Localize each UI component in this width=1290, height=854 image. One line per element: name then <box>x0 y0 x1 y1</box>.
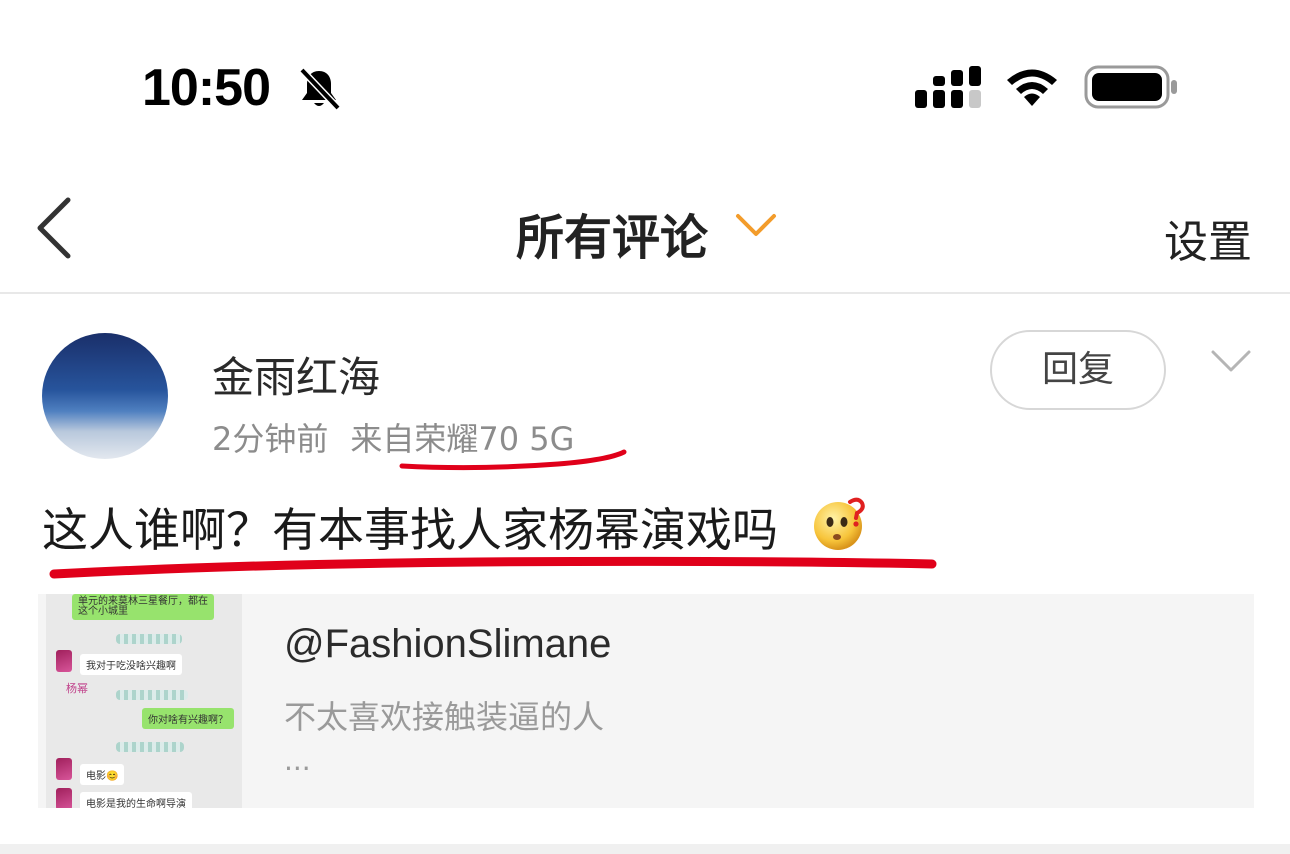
chat-name-tag: 杨幂 <box>66 683 88 695</box>
chat-bubble: 单元的来莫林三星餐厅，都在这个小城里 <box>72 594 214 620</box>
divider <box>0 844 1290 854</box>
quoted-post-card[interactable]: 单元的来莫林三星餐厅，都在这个小城里 我对于吃没啥兴趣啊 杨幂 你对啥有兴趣啊？… <box>38 594 1254 808</box>
chat-bubble: 我对于吃没啥兴趣啊 <box>80 654 182 675</box>
chat-avatar <box>56 650 72 672</box>
chevron-down-icon[interactable] <box>734 210 778 240</box>
comment-time: 2分钟前 <box>212 420 329 458</box>
card-description: 不太喜欢接触装逼的人 <box>284 698 605 736</box>
chat-avatar <box>56 788 72 808</box>
chat-bubble: 你对啥有兴趣啊？ <box>142 708 234 729</box>
bell-slash-icon <box>299 67 341 111</box>
settings-button[interactable]: 设置 <box>1164 206 1252 270</box>
thinking-question-emoji-icon <box>814 497 865 550</box>
status-time: 10:50 <box>142 59 271 117</box>
chat-avatar <box>56 758 72 780</box>
blurred-text <box>116 690 188 700</box>
back-chevron-icon[interactable] <box>30 196 78 260</box>
page-title[interactable]: 所有评论 <box>516 198 708 268</box>
chevron-down-icon[interactable] <box>1210 348 1252 376</box>
chat-bubble: 电影是我的生命啊导演 <box>80 792 192 808</box>
reply-button[interactable]: 回复 <box>990 330 1166 410</box>
avatar[interactable] <box>42 333 168 459</box>
blurred-text <box>116 634 182 644</box>
annotation-underline <box>399 449 627 471</box>
card-ellipsis: ... <box>284 744 311 777</box>
chat-screenshot-thumbnail: 单元的来莫林三星餐厅，都在这个小城里 我对于吃没啥兴趣啊 杨幂 你对啥有兴趣啊？… <box>46 594 242 808</box>
wifi-icon <box>1007 69 1057 106</box>
annotation-underline <box>49 556 937 579</box>
chat-bubble: 电影😊 <box>80 764 125 785</box>
status-bar: 10:50 <box>0 0 1290 150</box>
card-title: @FashionSlimane <box>284 622 612 666</box>
comment-username[interactable]: 金雨红海 <box>212 344 380 405</box>
battery-icon <box>1084 65 1177 109</box>
nav-bar: 所有评论 设置 <box>0 170 1290 294</box>
blurred-text <box>116 742 184 752</box>
cellular-signal-icon <box>915 66 981 108</box>
